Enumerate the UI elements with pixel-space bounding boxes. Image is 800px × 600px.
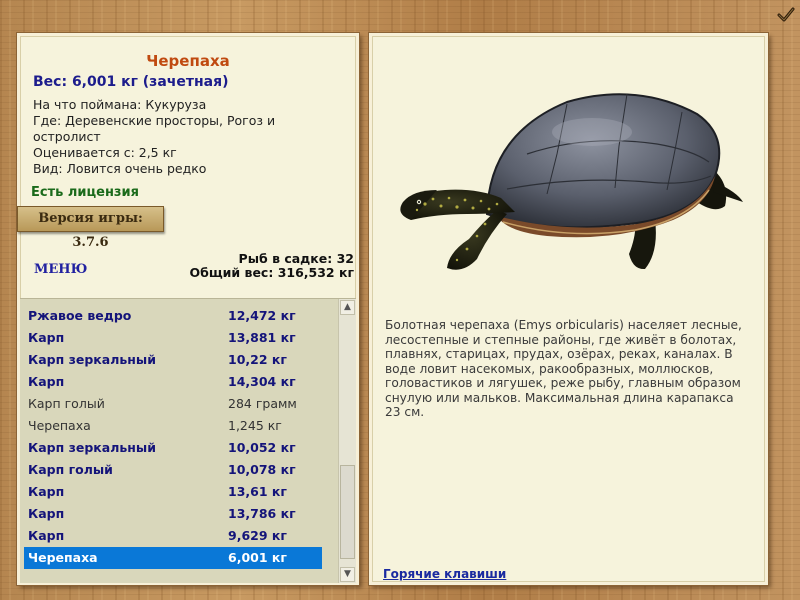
turtle-image	[400, 93, 743, 270]
catch-item-weight: 1,245 кг	[228, 418, 282, 433]
catch-item-weight: 13,786 кг	[228, 506, 296, 521]
hotkeys-link[interactable]: Горячие клавиши	[383, 567, 506, 581]
catch-item-weight: 10,052 кг	[228, 440, 296, 455]
price-threshold-info: Оценивается с: 2,5 кг	[33, 145, 177, 160]
catch-list-scrollbar[interactable]: ▲ ▼	[338, 299, 356, 583]
cage-total-weight: Общий вес: 316,532 кг	[189, 265, 355, 280]
catch-item-weight: 6,001 кг	[228, 550, 287, 565]
catch-list-item[interactable]: Карп голый 284 грамм	[24, 393, 322, 415]
scroll-down-arrow-icon[interactable]: ▼	[340, 567, 355, 582]
catch-item-name: Карп	[28, 374, 65, 389]
catch-item-weight: 14,304 кг	[228, 374, 296, 389]
fish-weight: Вес: 6,001 кг (зачетная)	[33, 74, 229, 90]
catch-list-item[interactable]: Ржавое ведро 12,472 кг	[24, 305, 322, 327]
catch-item-name: Карп голый	[28, 396, 105, 411]
checkmark-icon[interactable]	[777, 6, 795, 24]
fish-name-title: Черепаха	[146, 52, 230, 70]
game-version-badge: Версия игры: 3.7.6	[17, 206, 164, 250]
catch-item-name: Карп	[28, 330, 65, 345]
catch-item-weight: 13,881 кг	[228, 330, 296, 345]
catch-item-name: Карп	[28, 506, 65, 521]
catch-item-name: Черепаха	[28, 550, 98, 565]
catch-list-item[interactable]: Карп голый 10,078 кг	[24, 459, 322, 481]
location-info: Где: Деревенские просторы, Рогоз и остро…	[33, 113, 276, 144]
catch-list-item[interactable]: Карп 13,786 кг	[24, 503, 322, 525]
license-status: Есть лицензия	[31, 185, 139, 200]
catch-item-weight: 12,472 кг	[228, 308, 296, 323]
catch-item-weight: 10,22 кг	[228, 352, 287, 367]
catch-list-item[interactable]: Карп 9,629 кг	[24, 525, 322, 547]
rarity-info: Вид: Ловится очень редко	[33, 161, 207, 176]
catch-list-item[interactable]: Карп 13,881 кг	[24, 327, 322, 349]
catch-item-name: Карп	[28, 484, 65, 499]
catch-item-weight: 13,61 кг	[228, 484, 287, 499]
catch-item-name: Карп зеркальный	[28, 440, 156, 455]
catch-list-item[interactable]: Карп 14,304 кг	[24, 371, 322, 393]
menu-button[interactable]: МЕНЮ	[34, 262, 87, 277]
catch-list[interactable]: Ржавое ведро 12,472 кг Карп 13,881 кг Карп з…	[20, 298, 356, 583]
fish-description: Болотная черепаха (Emys orbicularis) нас…	[385, 318, 742, 419]
bait-info: На что поймана: Кукуруза	[33, 97, 207, 112]
catch-item-weight: 10,078 кг	[228, 462, 296, 477]
scrollbar-thumb[interactable]	[340, 465, 355, 559]
fish-info-panel: Черепаха Вес: 6,001 кг (зачетная) На что…	[17, 33, 359, 585]
fish-description-panel: Болотная черепаха (Emys orbicularis) нас…	[369, 33, 768, 585]
scroll-up-arrow-icon[interactable]: ▲	[340, 300, 355, 315]
catch-item-name: Ржавое ведро	[28, 308, 132, 323]
catch-list-item[interactable]: Карп 13,61 кг	[24, 481, 322, 503]
catch-list-item-selected[interactable]: Черепаха 6,001 кг	[24, 547, 322, 569]
catch-item-name: Карп	[28, 528, 65, 543]
catch-item-weight: 9,629 кг	[228, 528, 287, 543]
catch-list-item[interactable]: Карп зеркальный 10,052 кг	[24, 437, 322, 459]
catch-list-item[interactable]: Черепаха 1,245 кг	[24, 415, 322, 437]
catch-item-weight: 284 грамм	[228, 396, 297, 411]
catch-item-name: Черепаха	[28, 418, 91, 433]
cage-summary: Рыб в садке: 32 Общий вес: 316,532 кг	[190, 252, 355, 280]
catch-item-name: Карп зеркальный	[28, 352, 156, 367]
catch-list-rows: Ржавое ведро 12,472 кг Карп 13,881 кг Карп з…	[24, 305, 322, 569]
cage-fish-count: Рыб в садке: 32	[238, 251, 354, 266]
catch-list-item[interactable]: Карп зеркальный 10,22 кг	[24, 349, 322, 371]
catch-item-name: Карп голый	[28, 462, 113, 477]
